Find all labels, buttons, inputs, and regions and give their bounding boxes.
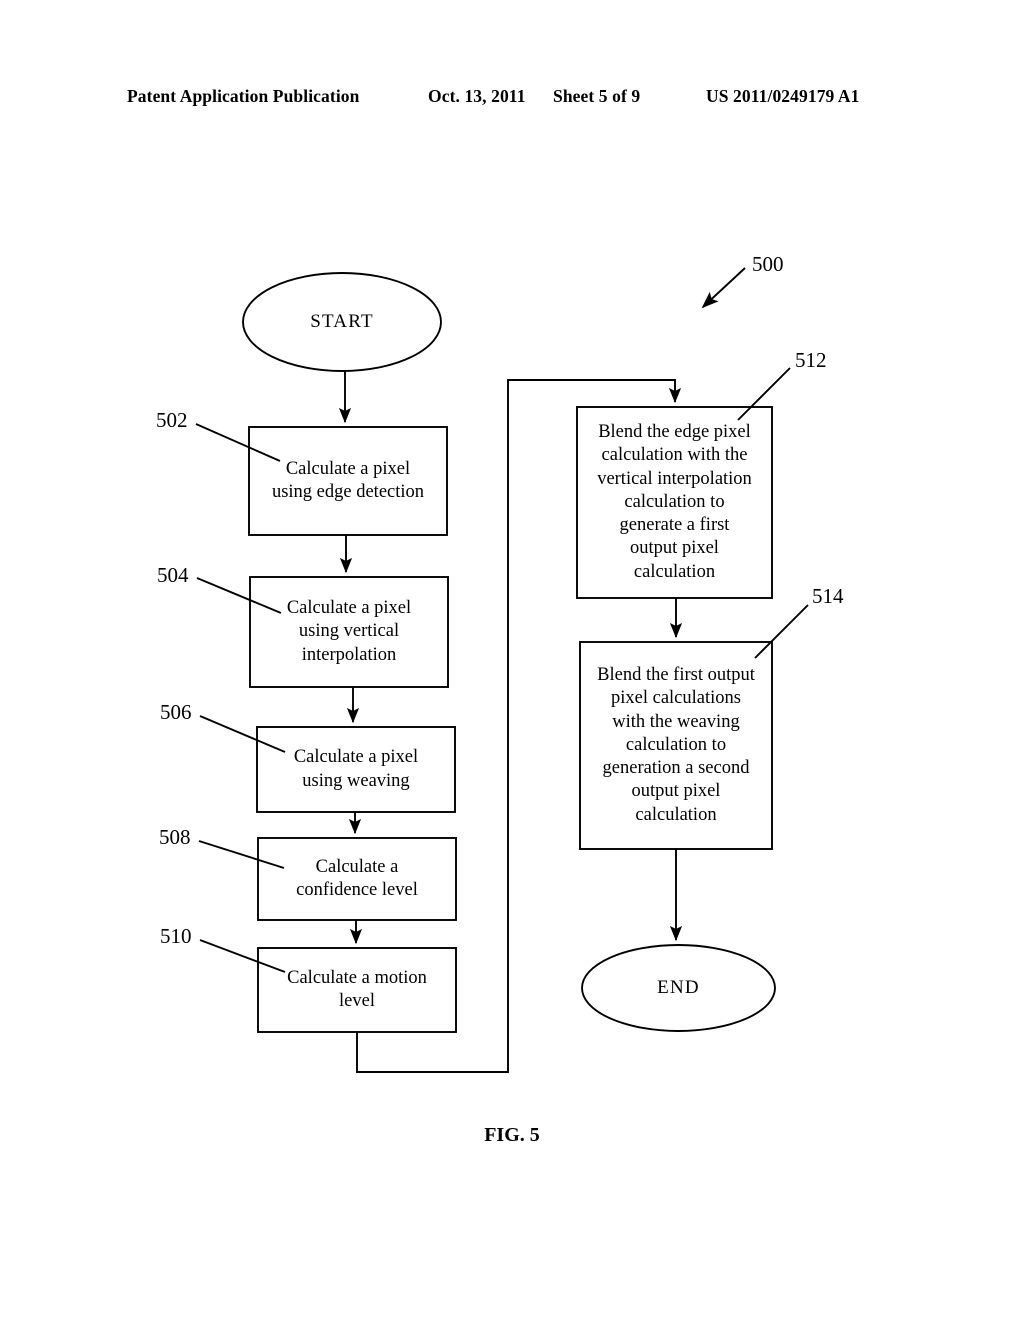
reference-numeral-502: 502: [156, 408, 188, 432]
process-box-510: Calculate a motion level: [258, 948, 456, 1032]
reference-numeral-512: 512: [795, 348, 827, 372]
reference-numeral-508: 508: [159, 825, 191, 849]
box-512-line-3: vertical interpolation: [597, 468, 752, 489]
box-502-line-1: Calculate a pixel: [285, 458, 411, 479]
patent-figure-page: Patent Application Publication Oct. 13, …: [0, 0, 1024, 1320]
box-510-line-2: level: [339, 991, 375, 1011]
figure-caption: FIG. 5: [484, 1124, 540, 1146]
box-512-line-1: Blend the edge pixel: [598, 421, 751, 442]
box-504-line-2: using vertical: [298, 621, 400, 642]
box-514-line-6: output pixel: [631, 781, 721, 802]
box-510-line-1: Calculate a motion: [287, 967, 427, 988]
process-box-506: Calculate a pixel using weaving: [257, 727, 455, 812]
reference-numeral-504: 504: [157, 563, 189, 587]
process-box-502: Calculate a pixel using edge detection: [249, 427, 447, 535]
box-514-line-1: Blend the first output: [597, 664, 755, 685]
end-node-label: END: [657, 977, 700, 998]
process-box-512: Blend the edge pixel calculation with th…: [577, 407, 772, 598]
box-508-line-1: Calculate a: [315, 856, 399, 877]
reference-numeral-500: 500: [752, 252, 784, 276]
box-514-line-2: pixel calculations: [611, 688, 741, 709]
reference-numeral-506: 506: [160, 700, 192, 724]
box-514-line-4: calculation to: [625, 734, 727, 755]
box-504-line-3: interpolation: [301, 644, 397, 665]
box-506-line-1: Calculate a pixel: [293, 747, 419, 768]
reference-numeral-514: 514: [812, 584, 844, 608]
leader-arrow-500: [701, 267, 746, 309]
box-514-line-5: generation a second: [602, 758, 750, 779]
box-508-line-2: confidence level: [296, 880, 418, 900]
process-box-508: Calculate a confidence level: [258, 838, 456, 920]
reference-numeral-510: 510: [160, 924, 192, 948]
box-512-line-4: calculation to: [624, 491, 725, 512]
start-node-label: START: [310, 311, 374, 332]
box-514-line-3: with the weaving: [612, 711, 740, 732]
process-box-504: Calculate a pixel using vertical interpo…: [250, 577, 448, 687]
box-502-line-2: using edge detection: [271, 482, 425, 502]
box-512-line-5: generate a first: [619, 515, 730, 536]
process-box-514: Blend the first output pixel calculation…: [580, 642, 772, 849]
box-512-line-2: calculation with the: [601, 445, 748, 466]
box-512-line-7: calculation: [633, 561, 716, 582]
box-514-line-7: calculation: [635, 804, 717, 825]
box-506-line-2: using weaving: [302, 770, 410, 791]
box-512-line-6: output pixel: [630, 538, 719, 559]
box-504-line-1: Calculate a pixel: [286, 598, 412, 619]
flowchart-diagram: [195, 267, 809, 1073]
